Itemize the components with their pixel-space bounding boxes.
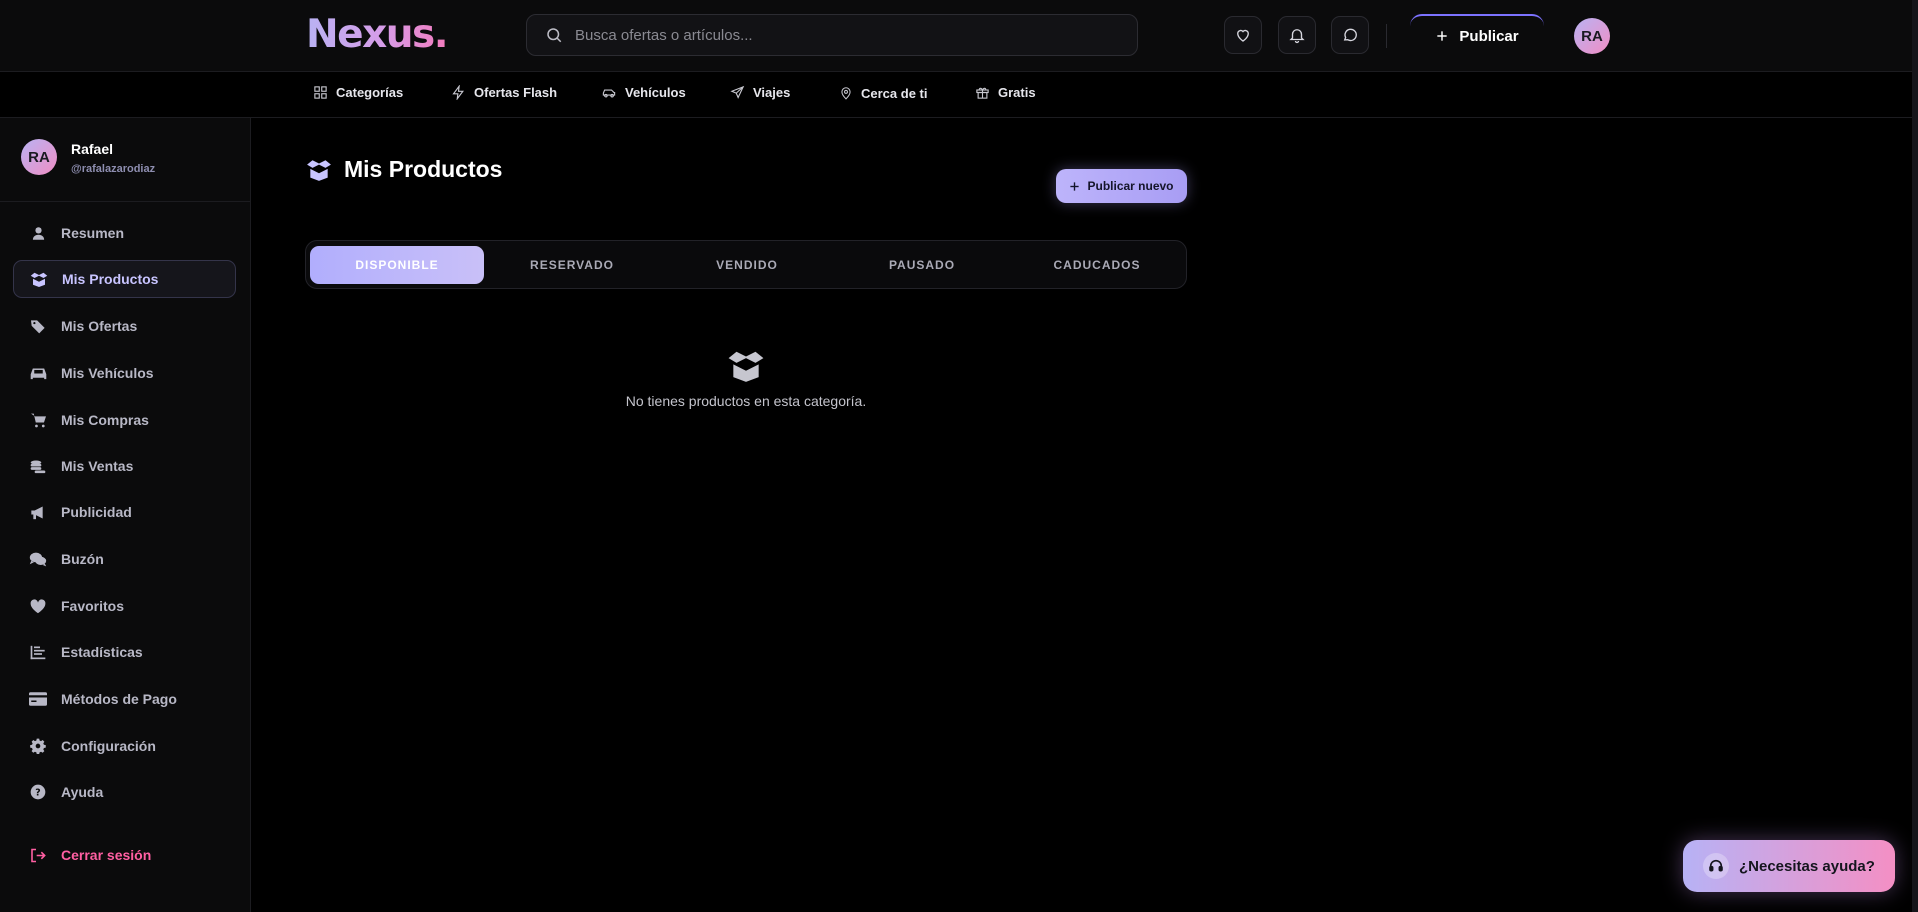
question-icon: ? <box>30 784 46 800</box>
sidebar-item-estadisticas[interactable]: Estadísticas <box>13 633 236 671</box>
empty-box-icon <box>728 351 764 382</box>
box-icon <box>307 159 331 181</box>
logout-button[interactable]: Cerrar sesión <box>13 836 236 874</box>
bolt-icon <box>452 85 464 100</box>
sidebar-item-metodos-pago[interactable]: Métodos de Pago <box>13 680 236 718</box>
publish-label: Publicar <box>1459 27 1519 45</box>
avatar: RA <box>21 139 57 175</box>
sidebar-item-buzon[interactable]: Buzón <box>13 540 236 578</box>
sidebar-item-mis-ofertas[interactable]: Mis Ofertas <box>13 307 236 345</box>
tags-icon <box>30 319 45 333</box>
chart-icon <box>30 645 46 659</box>
plane-icon <box>730 85 745 99</box>
logout-icon <box>31 848 46 862</box>
status-tabs: DISPONIBLE RESERVADO VENDIDO PAUSADO CAD… <box>305 240 1187 289</box>
search-input[interactable] <box>575 26 1115 44</box>
tab-reservado[interactable]: RESERVADO <box>485 246 659 284</box>
user-icon <box>32 226 44 240</box>
favorites-button[interactable] <box>1224 16 1262 54</box>
nav-item-ofertas-flash[interactable]: Ofertas Flash <box>451 85 557 100</box>
help-label: ¿Necesitas ayuda? <box>1739 857 1875 875</box>
megaphone-icon <box>31 506 43 519</box>
publish-new-button[interactable]: Publicar nuevo <box>1056 169 1187 203</box>
plus-icon <box>1437 31 1448 41</box>
cart-icon <box>30 413 46 427</box>
heart-icon <box>1237 29 1249 42</box>
nav-item-viajes[interactable]: Viajes <box>730 85 790 100</box>
gear-icon <box>30 738 46 754</box>
sidebar-item-mis-productos[interactable]: Mis Productos <box>13 260 236 298</box>
sidebar-item-ayuda[interactable]: ? Ayuda <box>13 773 236 811</box>
sidebar-item-mis-ventas[interactable]: Mis Ventas <box>13 447 236 485</box>
headset-icon <box>1703 853 1729 879</box>
nav-item-vehiculos[interactable]: Vehículos <box>601 85 686 100</box>
sidebar-item-mis-vehiculos[interactable]: Mis Vehículos <box>13 354 236 392</box>
search-bar[interactable] <box>526 14 1138 56</box>
empty-state-message: No tienes productos en esta categoría. <box>625 393 867 409</box>
sidebar-item-resumen[interactable]: Resumen <box>13 214 236 252</box>
tab-caducados[interactable]: CADUCADOS <box>1010 246 1184 284</box>
heart-icon <box>30 598 46 613</box>
category-nav: Categorías Ofertas Flash Vehículos Viaje… <box>0 72 1918 118</box>
grid-icon <box>314 86 327 99</box>
publish-button[interactable]: Publicar <box>1410 14 1544 56</box>
svg-text:?: ? <box>35 787 40 798</box>
pin-icon <box>841 87 851 100</box>
sidebar-item-configuracion[interactable]: Configuración <box>13 727 236 765</box>
help-button[interactable]: ¿Necesitas ayuda? <box>1683 840 1895 892</box>
sidebar-item-mis-compras[interactable]: Mis Compras <box>13 401 236 439</box>
header-divider <box>1386 24 1387 48</box>
chat-icon <box>1343 28 1357 42</box>
sidebar-profile: RA Rafael @rafalazarodiaz <box>0 118 250 202</box>
comments-icon <box>29 552 47 566</box>
sidebar: RA Rafael @rafalazarodiaz Resumen Mis Pr… <box>0 118 251 912</box>
user-handle: @rafalazarodiaz <box>71 163 156 175</box>
box-icon <box>30 272 48 287</box>
tab-vendido[interactable]: VENDIDO <box>660 246 834 284</box>
nav-item-categorias[interactable]: Categorías <box>313 85 403 100</box>
page-scrollbar[interactable] <box>1912 0 1918 912</box>
tab-disponible[interactable]: DISPONIBLE <box>310 246 484 284</box>
tab-pausado[interactable]: PAUSADO <box>835 246 1009 284</box>
bell-icon <box>1289 29 1305 44</box>
car-icon <box>30 368 46 379</box>
nav-item-cerca[interactable]: Cerca de ti <box>839 85 927 101</box>
car-icon <box>602 89 616 98</box>
notifications-button[interactable] <box>1278 16 1316 54</box>
top-header: Nexus. Publicar RA <box>0 0 1918 72</box>
sidebar-item-publicidad[interactable]: Publicidad <box>13 493 236 531</box>
logo[interactable]: Nexus. <box>306 12 449 57</box>
gift-icon <box>976 87 989 99</box>
sidebar-item-favoritos[interactable]: Favoritos <box>13 587 236 625</box>
user-avatar[interactable]: RA <box>1574 18 1610 54</box>
plus-icon <box>1070 181 1080 191</box>
page-title: Mis Productos <box>306 156 502 183</box>
search-icon <box>547 28 562 43</box>
coins-icon <box>30 460 46 473</box>
user-name: Rafael <box>71 141 114 157</box>
messages-button[interactable] <box>1331 16 1369 54</box>
card-icon <box>29 692 47 706</box>
nav-item-gratis[interactable]: Gratis <box>975 85 1036 100</box>
